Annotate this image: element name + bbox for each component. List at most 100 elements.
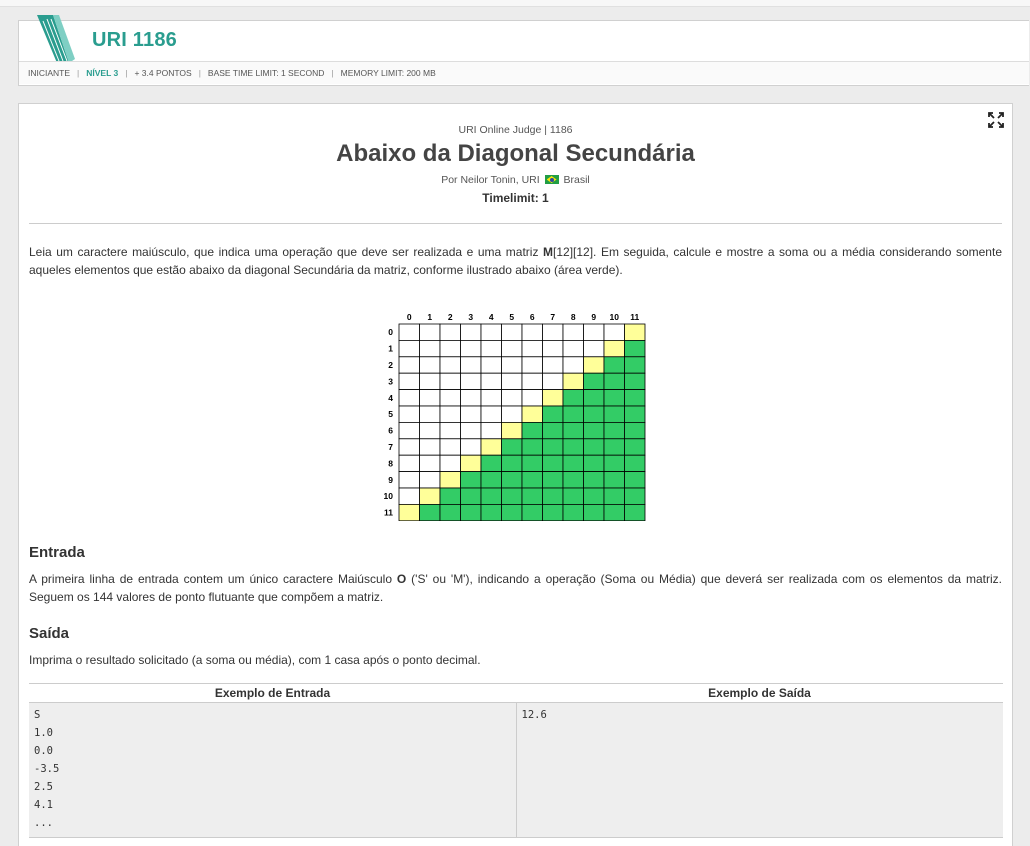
matrix-cell [460, 340, 482, 358]
matrix-cell [419, 340, 441, 358]
matrix-cell [419, 487, 441, 505]
matrix-cell [562, 323, 584, 341]
matrix-cell [419, 372, 441, 390]
matrix-cell [419, 323, 441, 341]
matrix-cell [562, 405, 584, 423]
matrix-row-label: 10 [384, 491, 394, 501]
uri-logo-icon [37, 15, 75, 63]
matrix-cell [501, 372, 523, 390]
matrix-row-label: 9 [388, 475, 393, 485]
matrix-cell [603, 405, 625, 423]
matrix-cell [460, 454, 482, 472]
problem-id: URI 1186 [92, 29, 177, 51]
matrix-cell [542, 389, 564, 407]
matrix-cell [603, 503, 625, 521]
matrix-cell [480, 487, 502, 505]
matrix-cell [603, 340, 625, 358]
matrix-cell [542, 438, 564, 456]
matrix-cell [624, 471, 646, 489]
matrix-cell [398, 422, 420, 440]
matrix-cell [480, 454, 502, 472]
matrix-row-label: 11 [384, 508, 393, 518]
memory-limit-label: MEMORY LIMIT: 200 MB [340, 68, 436, 78]
matrix-cell [603, 438, 625, 456]
matrix-cell [439, 389, 461, 407]
matrix-cell [583, 487, 605, 505]
matrix-cell [521, 471, 543, 489]
matrix-cell [480, 438, 502, 456]
input-description: A primeira linha de entrada contem um ún… [29, 570, 1002, 606]
matrix-cell [480, 356, 502, 374]
matrix-cell [460, 405, 482, 423]
matrix-cell [439, 372, 461, 390]
category-label[interactable]: INICIANTE [28, 68, 70, 78]
matrix-col-label: 3 [468, 312, 473, 322]
example-output-line: 12.6 [521, 709, 547, 721]
matrix-cell [439, 422, 461, 440]
matrix-cell [583, 454, 605, 472]
matrix-cell [480, 422, 502, 440]
problem-header: URI 1186 INICIANTE | NÍVEL 3 | + 3.4 PON… [18, 15, 1029, 86]
matrix-col-label: 11 [630, 312, 639, 322]
examples-body: S 1.0 0.0 -3.5 2.5 4.1 ... 12.6 [29, 703, 1003, 838]
matrix-cell [460, 323, 482, 341]
matrix-col-label: 6 [530, 312, 535, 322]
matrix-cell [562, 389, 584, 407]
matrix-cell [562, 487, 584, 505]
matrix-cell [521, 405, 543, 423]
example-input-line: 4.1 [34, 799, 53, 811]
matrix-cell [501, 471, 523, 489]
examples-header: Exemplo de Entrada Exemplo de Saída [29, 683, 1003, 703]
matrix-cell [624, 487, 646, 505]
matrix-cell [562, 454, 584, 472]
matrix-cell [398, 356, 420, 374]
matrix-cell [562, 340, 584, 358]
example-output[interactable]: 12.6 [517, 703, 1004, 837]
matrix-cell [439, 487, 461, 505]
matrix-cell [419, 503, 441, 521]
matrix-row-label: 1 [388, 344, 393, 354]
matrix-cell [583, 356, 605, 374]
matrix-cell [501, 438, 523, 456]
example-input-line: S [34, 709, 41, 721]
matrix-cell [398, 503, 420, 521]
problem-description: Leia um caractere maiúsculo, que indica … [29, 243, 1002, 279]
matrix-cell [398, 438, 420, 456]
matrix-cell [398, 372, 420, 390]
examples-table: Exemplo de Entrada Exemplo de Saída S 1.… [29, 683, 1003, 838]
matrix-cell [542, 372, 564, 390]
matrix-cell [419, 356, 441, 374]
matrix-cell [398, 487, 420, 505]
matrix-cell [439, 438, 461, 456]
matrix-cell [501, 503, 523, 521]
example-input[interactable]: S 1.0 0.0 -3.5 2.5 4.1 ... [29, 703, 517, 837]
output-section-title: Saída [29, 625, 70, 642]
matrix-cell [419, 389, 441, 407]
matrix-cell [439, 356, 461, 374]
matrix-cell [562, 438, 584, 456]
matrix-cell [624, 372, 646, 390]
separator: | [198, 68, 201, 78]
matrix-cell [501, 356, 523, 374]
points-label: + 3.4 PONTOS [134, 68, 192, 78]
matrix-col-label: 4 [489, 312, 494, 322]
matrix-cell [542, 503, 564, 521]
matrix-cell [624, 438, 646, 456]
matrix-cell [603, 389, 625, 407]
matrix-row-label: 5 [388, 409, 393, 419]
matrix-cell [624, 389, 646, 407]
matrix-cell [521, 454, 543, 472]
matrix-cell [501, 454, 523, 472]
matrix-col-label: 5 [509, 312, 514, 322]
matrix-cell [501, 389, 523, 407]
matrix-col-label: 2 [448, 312, 453, 322]
matrix-row-label: 0 [388, 327, 393, 337]
matrix-cell [501, 487, 523, 505]
matrix-row-label: 7 [388, 442, 393, 452]
matrix-cell [624, 422, 646, 440]
matrix-cell [439, 340, 461, 358]
matrix-cell [460, 422, 482, 440]
matrix-cell [419, 454, 441, 472]
matrix-cell [398, 389, 420, 407]
matrix-cell [542, 405, 564, 423]
